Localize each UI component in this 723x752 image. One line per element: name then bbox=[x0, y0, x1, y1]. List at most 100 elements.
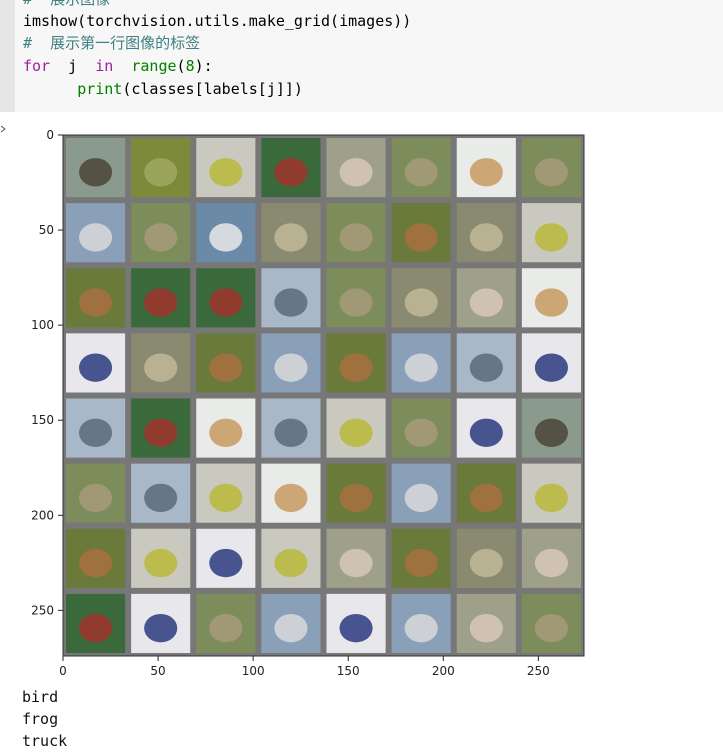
y-tick-label: 250 bbox=[31, 603, 54, 617]
airplane-subject-icon bbox=[469, 353, 503, 382]
code-token: ): bbox=[194, 57, 213, 75]
dog-subject-icon bbox=[339, 158, 373, 187]
deer-subject-icon bbox=[79, 288, 113, 317]
airplane-subject-icon bbox=[144, 483, 178, 513]
frog-subject-icon bbox=[469, 548, 503, 578]
horse-subject-icon bbox=[274, 158, 308, 187]
output-line: frog bbox=[22, 710, 59, 728]
frog-subject-icon bbox=[404, 288, 438, 317]
airplane-subject-icon bbox=[274, 288, 308, 317]
code-line[interactable]: # 展示第一行图像的标签 bbox=[23, 32, 200, 54]
frog-subject-icon bbox=[274, 223, 308, 252]
cat-subject-icon bbox=[534, 288, 568, 317]
bird-subject-icon bbox=[144, 223, 178, 252]
horse-subject-icon bbox=[144, 288, 178, 317]
code-token: 8 bbox=[185, 57, 195, 75]
frog-subject-icon bbox=[469, 223, 503, 252]
y-tick-label: 150 bbox=[31, 413, 54, 427]
dog-subject-icon bbox=[339, 548, 373, 578]
horse-subject-icon bbox=[209, 288, 243, 317]
automobile-subject-icon bbox=[469, 418, 503, 447]
boat-subject-icon bbox=[209, 223, 243, 252]
code-token: # 展示图像 bbox=[23, 0, 110, 8]
code-token: ( bbox=[176, 57, 186, 75]
truck-subject-icon bbox=[339, 418, 373, 447]
ostrich-subject-icon bbox=[534, 418, 568, 447]
truck-subject-icon bbox=[209, 158, 243, 187]
ship-subject-icon bbox=[79, 223, 113, 252]
print-output: bird frog truck bbox=[22, 686, 67, 752]
horse-subject-icon bbox=[79, 613, 113, 643]
x-tick-label: 50 bbox=[150, 664, 165, 678]
bird-subject-icon bbox=[339, 223, 373, 252]
code-token: in bbox=[95, 57, 114, 75]
deer-subject-icon bbox=[209, 353, 243, 382]
ship-subject-icon bbox=[404, 613, 438, 643]
code-line[interactable]: # 展示图像 bbox=[23, 0, 110, 10]
deer-subject-icon bbox=[404, 548, 438, 578]
cat-subject-icon bbox=[209, 418, 243, 447]
code-cell[interactable]: # 展示图像 imshow(torchvision.utils.make_grid… bbox=[0, 0, 723, 112]
code-token: for bbox=[23, 57, 51, 75]
ship-subject-icon bbox=[404, 483, 438, 513]
dog-subject-icon bbox=[469, 613, 503, 643]
code-token: print bbox=[77, 80, 123, 98]
code-line[interactable]: print(classes[labels[j]]) bbox=[23, 78, 303, 100]
y-tick-label: 100 bbox=[31, 318, 54, 332]
code-token: (classes[labels[j]]) bbox=[122, 80, 303, 98]
code-token: j bbox=[50, 57, 96, 75]
airplane-subject-icon bbox=[274, 418, 308, 447]
ship-subject-icon bbox=[274, 613, 308, 643]
x-tick-label: 250 bbox=[527, 664, 550, 678]
code-token: # 展示第一行图像的标签 bbox=[23, 34, 201, 52]
horse-subject-icon bbox=[144, 418, 178, 447]
cell-selection-bar[interactable] bbox=[0, 0, 15, 112]
output-line: truck bbox=[22, 732, 68, 750]
code-line[interactable]: for j in range(8): bbox=[23, 55, 213, 77]
airplane-subject-icon bbox=[79, 418, 113, 447]
bird-subject-icon bbox=[534, 613, 568, 643]
cat-subject-icon bbox=[469, 158, 503, 187]
y-tick-label: 50 bbox=[39, 223, 54, 237]
y-tick-label: 0 bbox=[46, 128, 54, 142]
ship-subject-icon bbox=[404, 353, 438, 382]
x-tick-label: 100 bbox=[242, 664, 265, 678]
ostrich-subject-icon bbox=[79, 158, 113, 187]
automobile-subject-icon bbox=[534, 353, 568, 382]
truck-subject-icon bbox=[209, 483, 243, 513]
code-token: range bbox=[131, 57, 177, 75]
code-line[interactable]: imshow(torchvision.utils.make_grid(image… bbox=[23, 10, 411, 32]
automobile-subject-icon bbox=[209, 548, 243, 578]
deer-subject-icon bbox=[339, 483, 373, 513]
code-token: imshow(torchvision.utils.make_grid(image… bbox=[23, 12, 412, 30]
bird-subject-icon bbox=[404, 418, 438, 447]
output-line: bird bbox=[22, 688, 59, 706]
bird-subject-icon bbox=[339, 288, 373, 317]
dog-subject-icon bbox=[469, 288, 503, 317]
deer-subject-icon bbox=[79, 548, 113, 578]
automobile-subject-icon bbox=[339, 613, 373, 643]
truck-subject-icon bbox=[534, 483, 568, 513]
x-tick-label: 150 bbox=[337, 664, 360, 678]
bird-subject-icon bbox=[209, 613, 243, 643]
bird-subject-icon bbox=[404, 158, 438, 187]
x-tick-label: 0 bbox=[59, 664, 67, 678]
code-editor[interactable]: # 展示图像 imshow(torchvision.utils.make_grid… bbox=[15, 0, 723, 112]
truck-subject-icon bbox=[144, 548, 178, 578]
deer-subject-icon bbox=[339, 353, 373, 382]
ship-subject-icon bbox=[274, 353, 308, 382]
deer-subject-icon bbox=[469, 483, 503, 513]
image-grid-plot: 0 50 100 150 200 250 0 50 100 150 200 250 bbox=[31, 128, 585, 678]
truck-subject-icon bbox=[534, 223, 568, 252]
grass-subject-icon bbox=[144, 158, 178, 187]
automobile-subject-icon bbox=[79, 353, 113, 382]
bird-subject-icon bbox=[79, 483, 113, 513]
bird-subject-icon bbox=[534, 158, 568, 187]
y-tick-label: 200 bbox=[31, 508, 54, 522]
dog-subject-icon bbox=[534, 548, 568, 578]
frog-subject-icon bbox=[144, 353, 178, 382]
deer-subject-icon bbox=[404, 223, 438, 252]
truck-subject-icon bbox=[274, 548, 308, 578]
